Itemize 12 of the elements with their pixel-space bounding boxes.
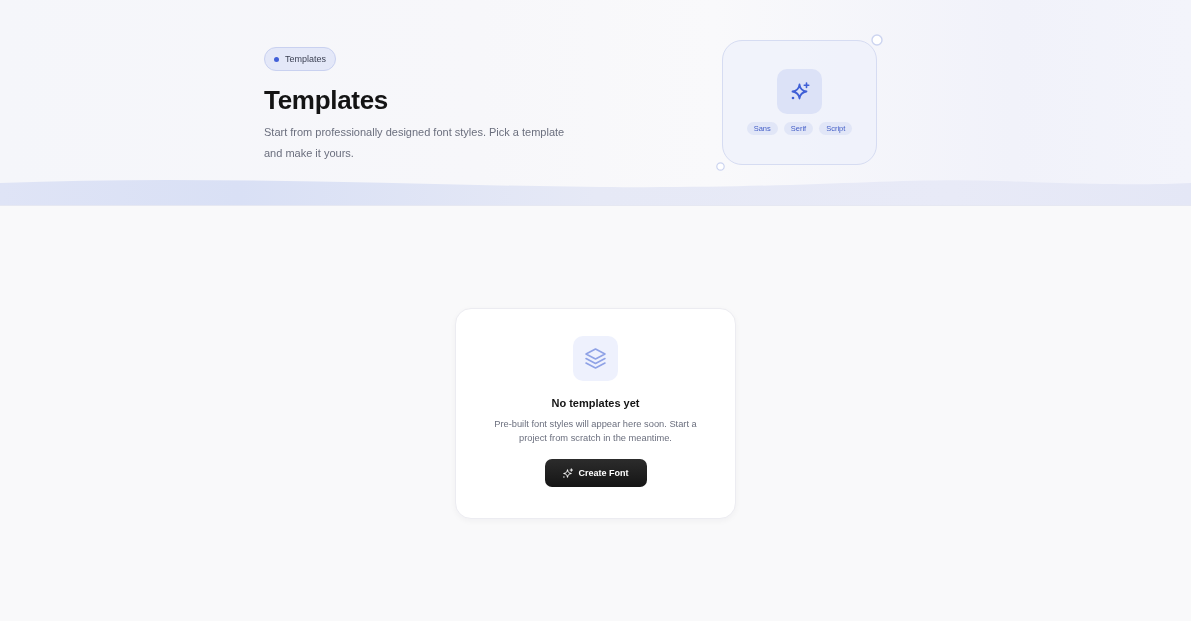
- create-font-button[interactable]: Create Font: [544, 459, 647, 487]
- empty-state-title: No templates yet: [551, 397, 640, 409]
- sparkle-icon: [562, 467, 574, 479]
- layers-icon: [573, 336, 618, 381]
- page-title: Templates: [264, 85, 388, 115]
- sparkle-icon: [777, 69, 822, 114]
- badge-label: Templates: [285, 54, 327, 64]
- ring-icon: [716, 162, 725, 171]
- page-subtitle: Start from professionally designed font styles. Pick a template and make it yours.: [264, 125, 566, 161]
- empty-state-description: Pre-built font styles will appear here soon. Start a project from scratch in the meantime.: [493, 418, 698, 445]
- ring-icon: [871, 34, 883, 46]
- dot-icon: [274, 56, 279, 62]
